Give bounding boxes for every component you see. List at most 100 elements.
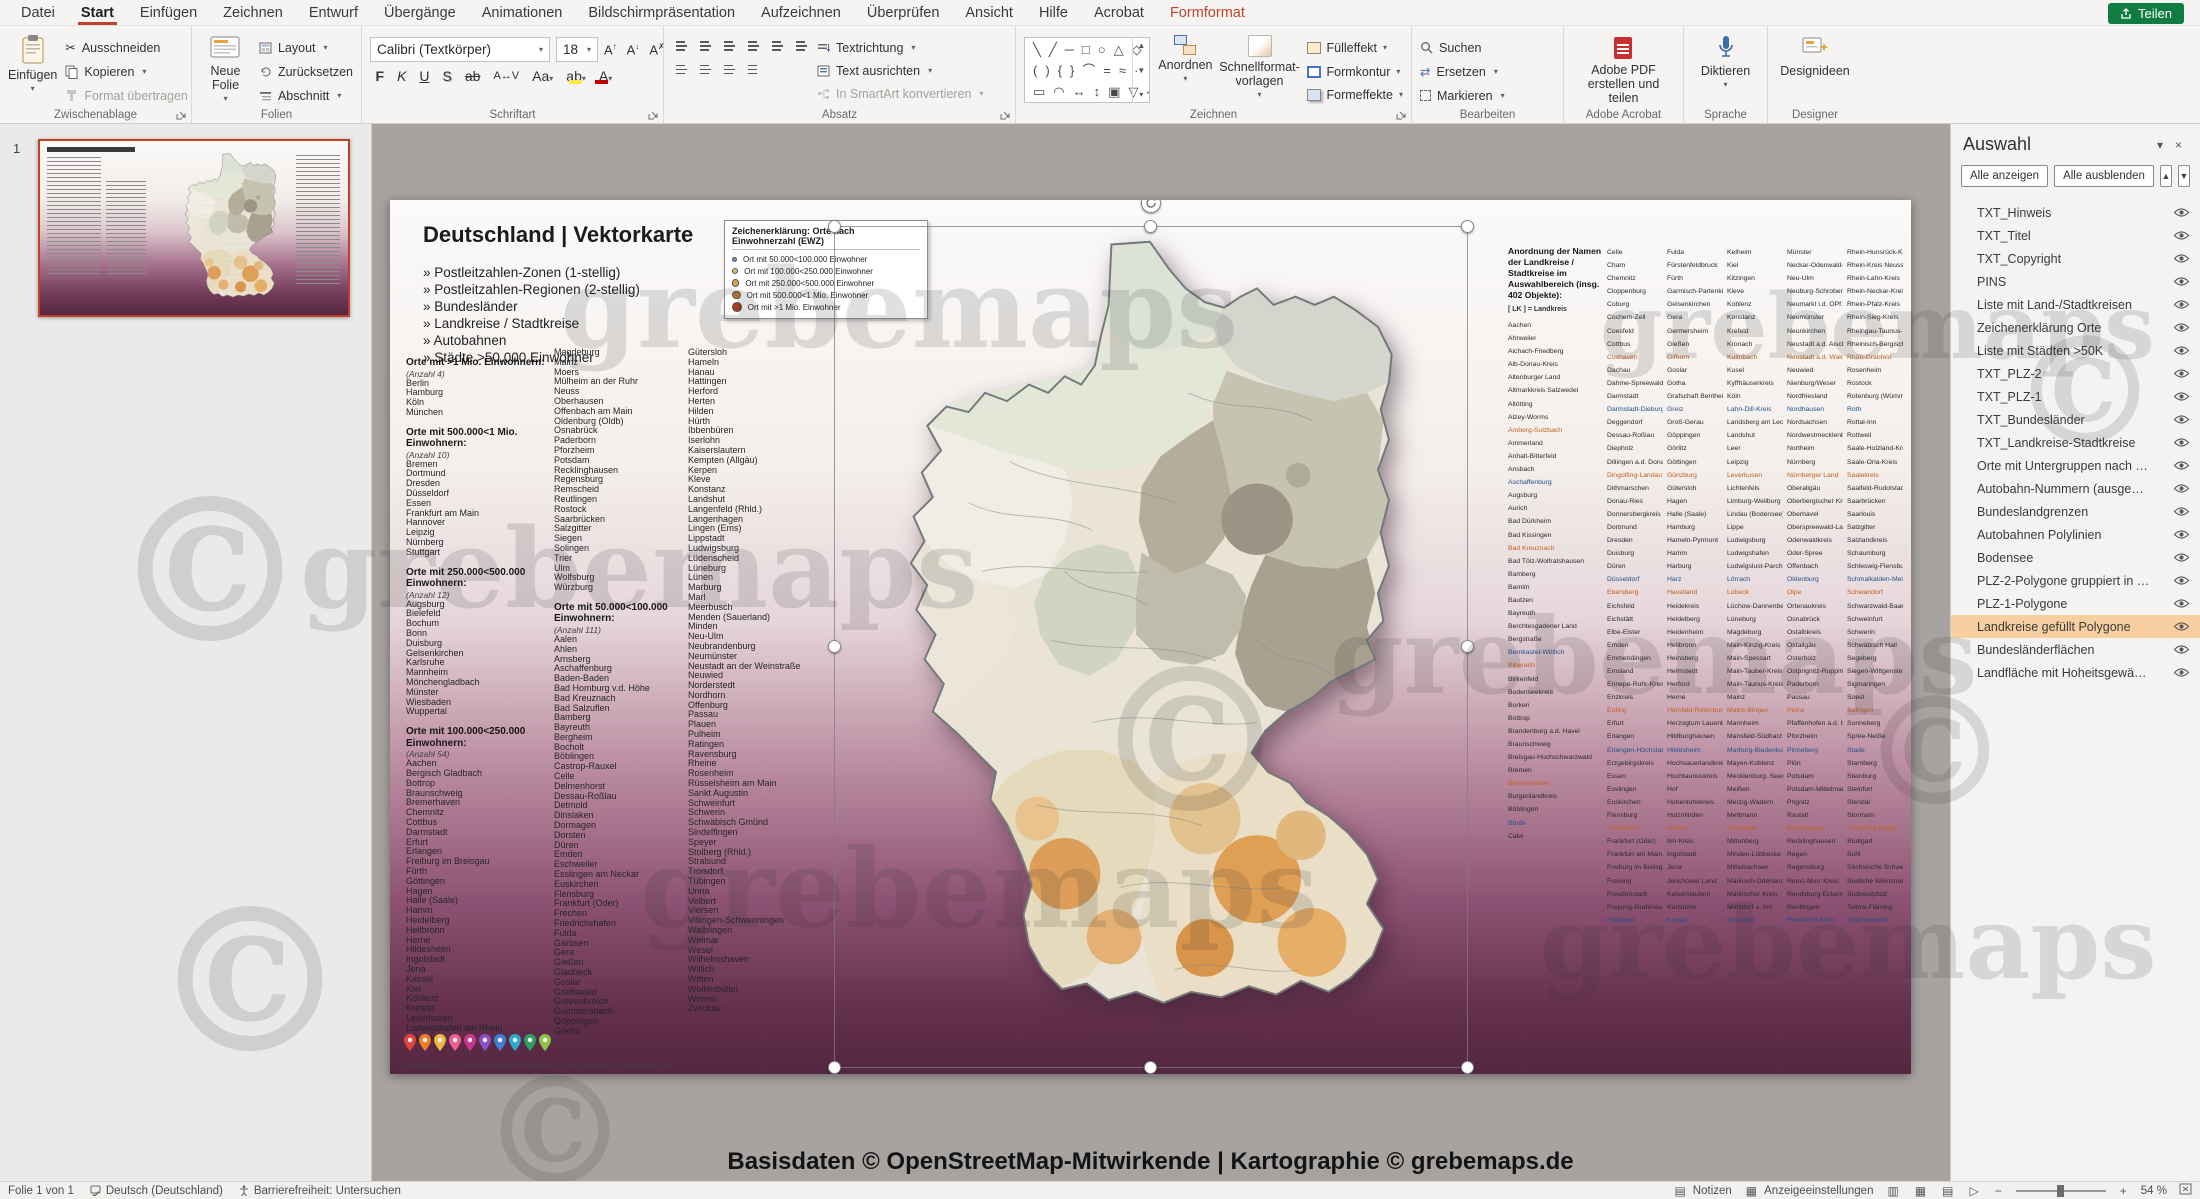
slide-thumbnail[interactable] bbox=[38, 139, 350, 317]
pane-item[interactable]: TXT_Bundesländer bbox=[1951, 408, 2200, 431]
convert-smartart-button[interactable]: In SmartArt konvertieren▾ bbox=[817, 84, 983, 103]
zoom-level[interactable]: 54 % bbox=[2141, 1185, 2167, 1197]
pane-item[interactable]: TXT_Copyright bbox=[1951, 247, 2200, 270]
tab-animationen[interactable]: Animationen bbox=[469, 0, 576, 25]
bullet-list-icon[interactable] bbox=[672, 39, 689, 53]
design-ideas-button[interactable]: Designideen bbox=[1776, 30, 1854, 105]
move-up-button[interactable]: ▲ bbox=[2160, 165, 2172, 187]
language-indicator[interactable]: Deutsch (Deutschland) bbox=[90, 1185, 223, 1197]
tab-datei[interactable]: Datei bbox=[8, 0, 68, 25]
fit-to-window-icon[interactable] bbox=[2179, 1183, 2192, 1198]
notes-button[interactable]: ▤Notizen bbox=[1672, 1184, 1731, 1198]
shape-icon[interactable]: ) bbox=[1045, 60, 1049, 81]
section-button[interactable]: Abschnitt▾ bbox=[259, 86, 353, 105]
shape-icon[interactable]: } bbox=[1070, 60, 1074, 81]
pane-item[interactable]: Autobahnen Polylinien bbox=[1951, 523, 2200, 546]
pane-item[interactable]: TXT_Titel bbox=[1951, 224, 2200, 247]
zoom-slider-thumb[interactable] bbox=[2057, 1185, 2064, 1197]
pane-item[interactable]: Zeichenerklärung Orte bbox=[1951, 316, 2200, 339]
font-color-button[interactable]: A▾ bbox=[593, 68, 617, 84]
eye-icon[interactable] bbox=[2173, 621, 2190, 632]
eye-icon[interactable] bbox=[2173, 299, 2190, 310]
eye-icon[interactable] bbox=[2173, 552, 2190, 563]
italic-button[interactable]: K bbox=[392, 68, 412, 84]
increase-indent-icon[interactable] bbox=[744, 39, 761, 53]
bold-button[interactable]: F bbox=[370, 68, 390, 84]
text-shadow-button[interactable]: S bbox=[437, 68, 457, 84]
eye-icon[interactable] bbox=[2173, 345, 2190, 356]
shrink-font-button[interactable]: A↓ bbox=[623, 42, 644, 57]
shape-icon[interactable]: ○ bbox=[1098, 39, 1106, 60]
eye-icon[interactable] bbox=[2173, 253, 2190, 264]
tab-ansicht[interactable]: Ansicht bbox=[952, 0, 1026, 25]
shape-effects-button[interactable]: Formeffekte▾ bbox=[1307, 85, 1403, 105]
shape-icon[interactable]: ⌒ bbox=[1082, 60, 1095, 81]
normal-view-icon[interactable]: ▥ bbox=[1885, 1184, 1900, 1198]
font-size-select[interactable]: 18▾ bbox=[556, 37, 598, 62]
slide[interactable]: Deutschland | Vektorkarte » Postleitzahl… bbox=[390, 200, 1911, 1074]
slide-sorter-view-icon[interactable]: ▦ bbox=[1913, 1184, 1928, 1198]
shape-icon[interactable]: ☆ bbox=[1150, 39, 1151, 60]
show-all-button[interactable]: Alle anzeigen bbox=[1961, 165, 2048, 187]
align-center-icon[interactable] bbox=[696, 62, 713, 76]
rotate-handle[interactable] bbox=[1141, 200, 1161, 213]
find-button[interactable]: Suchen bbox=[1420, 38, 1505, 57]
pane-item[interactable]: TXT_Landkreise-Stadtkreise bbox=[1951, 431, 2200, 454]
pane-item[interactable]: PLZ-1-Polygone bbox=[1951, 592, 2200, 615]
pane-chevron-down-icon[interactable]: ▾ bbox=[2151, 138, 2169, 152]
eye-icon[interactable] bbox=[2173, 667, 2190, 678]
copy-button[interactable]: Kopieren▾ bbox=[65, 62, 188, 81]
reading-view-icon[interactable]: ▤ bbox=[1940, 1184, 1955, 1198]
pane-item[interactable]: PLZ-2-Polygone gruppiert in … bbox=[1951, 569, 2200, 592]
eye-icon[interactable] bbox=[2173, 437, 2190, 448]
line-spacing-icon[interactable] bbox=[768, 39, 785, 53]
eye-icon[interactable] bbox=[2173, 414, 2190, 425]
hide-all-button[interactable]: Alle ausblenden bbox=[2054, 165, 2154, 187]
tab-hilfe[interactable]: Hilfe bbox=[1026, 0, 1081, 25]
accessibility-checker[interactable]: Barrierefreiheit: Untersuchen bbox=[239, 1185, 401, 1197]
eye-icon[interactable] bbox=[2173, 391, 2190, 402]
move-down-button[interactable]: ▼ bbox=[2178, 165, 2190, 187]
eye-icon[interactable] bbox=[2173, 483, 2190, 494]
shape-icon[interactable]: = bbox=[1103, 60, 1111, 81]
shape-icon[interactable]: ≈ bbox=[1119, 60, 1126, 81]
tab-einfügen[interactable]: Einfügen bbox=[127, 0, 210, 25]
pane-item[interactable]: Bundeslandgrenzen bbox=[1951, 500, 2200, 523]
dialog-launcher-icon[interactable] bbox=[1000, 108, 1012, 120]
dialog-launcher-icon[interactable] bbox=[176, 108, 188, 120]
pane-close-icon[interactable]: × bbox=[2169, 138, 2188, 152]
pane-item[interactable]: TXT_PLZ-2 bbox=[1951, 362, 2200, 385]
zoom-in-icon[interactable]: + bbox=[2118, 1184, 2129, 1198]
tab-acrobat[interactable]: Acrobat bbox=[1081, 0, 1157, 25]
dialog-launcher-icon[interactable] bbox=[1396, 108, 1408, 120]
underline-button[interactable]: U bbox=[414, 68, 435, 84]
tab-bildschirmpräsentation[interactable]: Bildschirmpräsentation bbox=[575, 0, 748, 25]
adobe-pdf-button[interactable]: Adobe PDF erstellen und teilen bbox=[1576, 30, 1672, 105]
shape-icon[interactable]: △ bbox=[1114, 39, 1124, 60]
new-slide-button[interactable]: Neue Folie ▾ bbox=[200, 30, 251, 105]
strikethrough-button[interactable]: ab bbox=[459, 68, 486, 84]
pane-item[interactable]: Bundesländerflächen bbox=[1951, 638, 2200, 661]
eye-icon[interactable] bbox=[2173, 230, 2190, 241]
grow-font-button[interactable]: A↑ bbox=[600, 42, 621, 57]
eye-icon[interactable] bbox=[2173, 322, 2190, 333]
font-name-select[interactable]: Calibri (Textkörper)▾ bbox=[370, 37, 550, 62]
display-settings-button[interactable]: ▦Anzeigeeinstellungen bbox=[1744, 1184, 1874, 1198]
shape-icon[interactable]: ╲ bbox=[1033, 39, 1041, 60]
quick-styles-button[interactable]: Schnellformat-vorlagen ▾ bbox=[1221, 30, 1299, 105]
pane-item[interactable]: Liste mit Städten >50K bbox=[1951, 339, 2200, 362]
shape-fill-button[interactable]: Fülleffekt▾ bbox=[1307, 38, 1403, 58]
tab-übergänge[interactable]: Übergänge bbox=[371, 0, 469, 25]
layout-button[interactable]: Layout▾ bbox=[259, 38, 353, 57]
align-right-icon[interactable] bbox=[720, 62, 737, 76]
tab-zeichnen[interactable]: Zeichnen bbox=[210, 0, 296, 25]
slideshow-view-icon[interactable]: ▷ bbox=[1968, 1184, 1981, 1198]
eye-icon[interactable] bbox=[2173, 276, 2190, 287]
eye-icon[interactable] bbox=[2173, 460, 2190, 471]
numbered-list-icon[interactable] bbox=[696, 39, 713, 53]
shape-icon[interactable]: ( bbox=[1033, 60, 1037, 81]
align-left-icon[interactable] bbox=[672, 62, 689, 76]
text-direction-button[interactable]: Textrichtung▾ bbox=[817, 38, 983, 57]
dictate-button[interactable]: Diktieren ▾ bbox=[1695, 30, 1757, 105]
cut-button[interactable]: ✂Ausschneiden bbox=[65, 38, 188, 57]
